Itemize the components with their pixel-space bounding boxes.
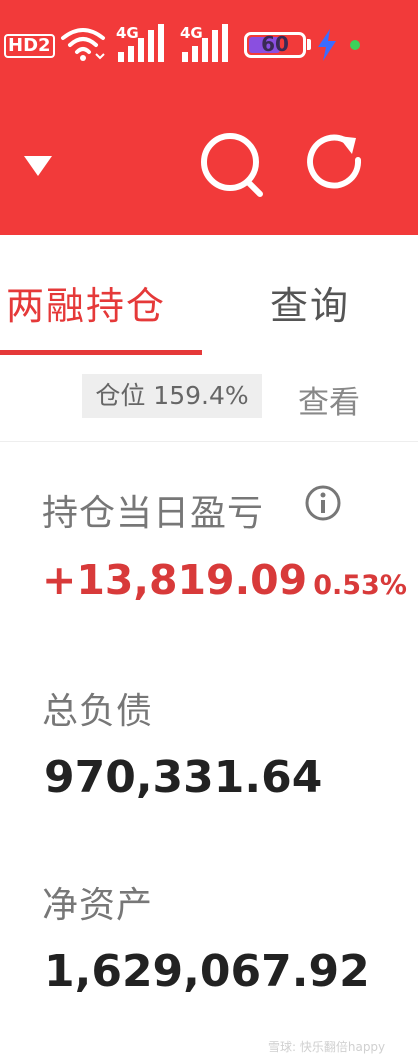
position-row: 仓位 159.4% 查看 (0, 355, 418, 442)
battery-level-text: 60 (261, 32, 289, 56)
charging-bolt-icon (316, 29, 338, 65)
tab-margin-positions[interactable]: 两融持仓 (6, 275, 166, 330)
wifi-icon (60, 24, 106, 68)
daily-pl-amount: +13,819.09 (42, 556, 308, 604)
dropdown-triangle-icon (24, 156, 52, 176)
account-dropdown-button[interactable] (20, 150, 56, 180)
daily-pl-value: +13,819.09 0.53% (42, 556, 407, 604)
network-type-label: 4G (116, 24, 139, 42)
status-bar: HD2 4G 4G 60 (0, 0, 418, 92)
total-liabilities-value: 970,331.64 (44, 752, 323, 803)
tab-query[interactable]: 查询 (270, 275, 350, 330)
view-link[interactable]: 查看 (298, 377, 360, 422)
tab-bar: 两融持仓 查询 (0, 235, 418, 355)
watermark: 雪球: 快乐翻倍happy (268, 1040, 386, 1054)
search-icon (201, 133, 263, 197)
app-toolbar (0, 92, 418, 235)
refresh-icon (307, 134, 362, 189)
cellular-signal-icon-2: 4G (180, 22, 232, 68)
daily-pl-label: 持仓当日盈亏 (42, 493, 265, 534)
daily-pl-percent: 0.53% (313, 570, 407, 601)
cellular-signal-icon: 4G (116, 22, 168, 68)
net-assets-label: 净资产 (42, 885, 154, 926)
hd-voice-indicator: HD2 (4, 34, 55, 58)
total-liabilities-label: 总负债 (42, 691, 154, 732)
search-button[interactable] (198, 130, 266, 198)
notification-dot-icon (350, 40, 360, 50)
network-type-label-2: 4G (180, 24, 203, 42)
battery-tip (307, 39, 311, 50)
position-ratio-badge: 仓位 159.4% (82, 374, 262, 418)
net-assets-value: 1,629,067.92 (44, 946, 370, 997)
info-icon[interactable] (304, 484, 342, 522)
refresh-button[interactable] (302, 130, 368, 196)
battery-icon: 60 (244, 32, 306, 58)
